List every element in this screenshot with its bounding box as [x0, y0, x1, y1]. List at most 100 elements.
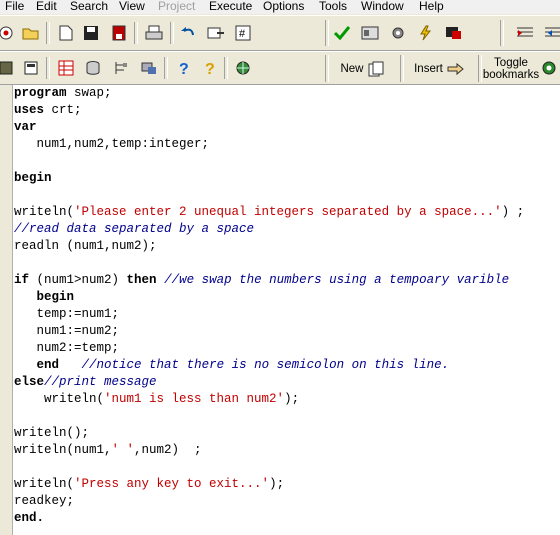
menu-help[interactable]: Help — [419, 0, 444, 13]
menu-tools[interactable]: Tools — [319, 0, 347, 13]
code-text: ); — [284, 392, 300, 406]
comment: //read data separated by a space — [14, 222, 255, 236]
window-list-icon[interactable] — [20, 57, 42, 79]
svg-text:?: ? — [179, 61, 189, 76]
keyword-else: else — [14, 375, 45, 389]
string-literal: 'Please enter 2 unequal integers separat… — [74, 205, 502, 219]
code-text: num1,num2,temp:integer; — [36, 137, 210, 151]
code-text: readkey; — [14, 494, 75, 508]
code-line-19: writeln('num1 is less than num2'); — [14, 391, 299, 408]
code-text: readln (num1,num2); — [14, 239, 157, 253]
indent-icon[interactable] — [514, 22, 536, 44]
code-line-1: program swap; — [14, 85, 112, 102]
keyword-begin: begin — [36, 290, 75, 304]
close-file-icon[interactable] — [108, 22, 130, 44]
insert-hand-icon — [447, 62, 465, 76]
check-syntax-icon[interactable] — [331, 22, 353, 44]
code-line-12: if (num1>num2) then //we swap the number… — [14, 272, 509, 289]
print-icon[interactable] — [143, 22, 165, 44]
class-browser-icon[interactable] — [0, 57, 17, 79]
keyword-uses: uses — [14, 103, 45, 117]
debug-icon[interactable] — [443, 22, 465, 44]
menu-bar: File Edit Search View Project Execute Op… — [0, 0, 560, 14]
menu-view[interactable]: View — [119, 0, 145, 13]
toolbar-separator — [46, 22, 50, 44]
code-text: writeln( — [44, 392, 105, 406]
compile-icon[interactable] — [359, 22, 381, 44]
code-text: writeln(num1, — [14, 443, 112, 457]
menu-search[interactable]: Search — [70, 0, 108, 13]
code-line-4: num1,num2,temp:integer; — [14, 136, 210, 153]
toolbar-separator — [164, 57, 168, 79]
open-folder-icon[interactable] — [20, 22, 42, 44]
hash-icon[interactable]: # — [232, 22, 254, 44]
new-button[interactable]: New — [332, 57, 392, 81]
toolbar-separator — [325, 20, 329, 46]
code-line-24: writeln('Press any key to exit...'); — [14, 476, 284, 493]
goto-line-icon[interactable] — [205, 22, 227, 44]
options-icon[interactable] — [138, 57, 160, 79]
grid-red-icon[interactable] — [55, 57, 77, 79]
keyword-then: then — [126, 273, 157, 287]
save-icon[interactable] — [80, 22, 102, 44]
menu-options[interactable]: Options — [263, 0, 304, 13]
code-line-22: writeln(num1,' ',num2) ; — [14, 442, 202, 459]
comment: //we swap the numbers using a tempoary v… — [164, 273, 510, 287]
code-line-13: begin — [14, 289, 75, 306]
code-line-3: var — [14, 119, 37, 136]
toolbar-separator — [325, 55, 329, 82]
code-text: num1:=num2; — [36, 324, 120, 338]
bookmark-icon[interactable] — [538, 57, 560, 79]
database-icon[interactable] — [82, 57, 104, 79]
context-help-icon[interactable]: ? — [199, 57, 221, 79]
toolbar-separator — [170, 22, 174, 44]
code-text: ,num2) ; — [134, 443, 202, 457]
comment: //notice that there is no semicolon on t… — [81, 358, 450, 372]
unindent-icon[interactable] — [542, 22, 560, 44]
code-text: swap; — [74, 86, 112, 100]
string-literal: 'num1 is less than num2' — [104, 392, 285, 406]
code-line-6: begin — [14, 170, 52, 187]
code-line-16: num2:=temp; — [14, 340, 120, 357]
keyword-if: if — [14, 273, 30, 287]
run-bolt-icon[interactable] — [414, 22, 436, 44]
menu-file[interactable]: File — [5, 0, 24, 13]
code-line-14: temp:=num1; — [14, 306, 120, 323]
code-text: writeln( — [14, 477, 75, 491]
keyword-end: end — [36, 358, 60, 372]
toggle-bookmarks-button[interactable]: Toggle bookmarks — [483, 54, 539, 83]
code-line-9: //read data separated by a space — [14, 221, 254, 238]
code-line-26: end. — [14, 510, 44, 527]
menu-project: Project — [158, 0, 196, 13]
svg-text:?: ? — [205, 61, 215, 76]
insert-button-label: Insert — [414, 63, 443, 75]
help-icon[interactable]: ? — [173, 57, 195, 79]
menu-execute[interactable]: Execute — [209, 0, 252, 13]
code-line-15: num1:=num2; — [14, 323, 120, 340]
project-icon[interactable] — [0, 22, 17, 44]
code-editor[interactable]: program swap; uses crt; var num1,num2,te… — [0, 85, 560, 535]
new-page-icon — [368, 61, 384, 77]
menu-window[interactable]: Window — [361, 0, 404, 13]
editor-gutter — [0, 85, 13, 535]
build-gears-icon[interactable] — [387, 22, 409, 44]
code-text: writeln(); — [14, 426, 90, 440]
toolbar-separator — [134, 22, 138, 44]
svg-text:#: # — [239, 28, 246, 40]
comment: //print message — [44, 375, 157, 389]
undo-icon[interactable] — [177, 22, 199, 44]
web-globe-icon[interactable] — [232, 57, 254, 79]
toolbar-separator — [400, 55, 404, 82]
code-text: writeln( — [14, 205, 75, 219]
new-file-icon[interactable] — [55, 22, 77, 44]
toggle-bookmarks-label-line1: Toggle — [494, 56, 528, 69]
tree-icon[interactable] — [110, 57, 132, 79]
toolbar-separator — [224, 57, 228, 79]
code-line-18: else//print message — [14, 374, 157, 391]
code-text: ); — [269, 477, 285, 491]
insert-button[interactable]: Insert — [407, 57, 472, 81]
menu-edit[interactable]: Edit — [36, 0, 57, 13]
code-text: ) ; — [501, 205, 525, 219]
toolbar-separator — [478, 55, 482, 82]
